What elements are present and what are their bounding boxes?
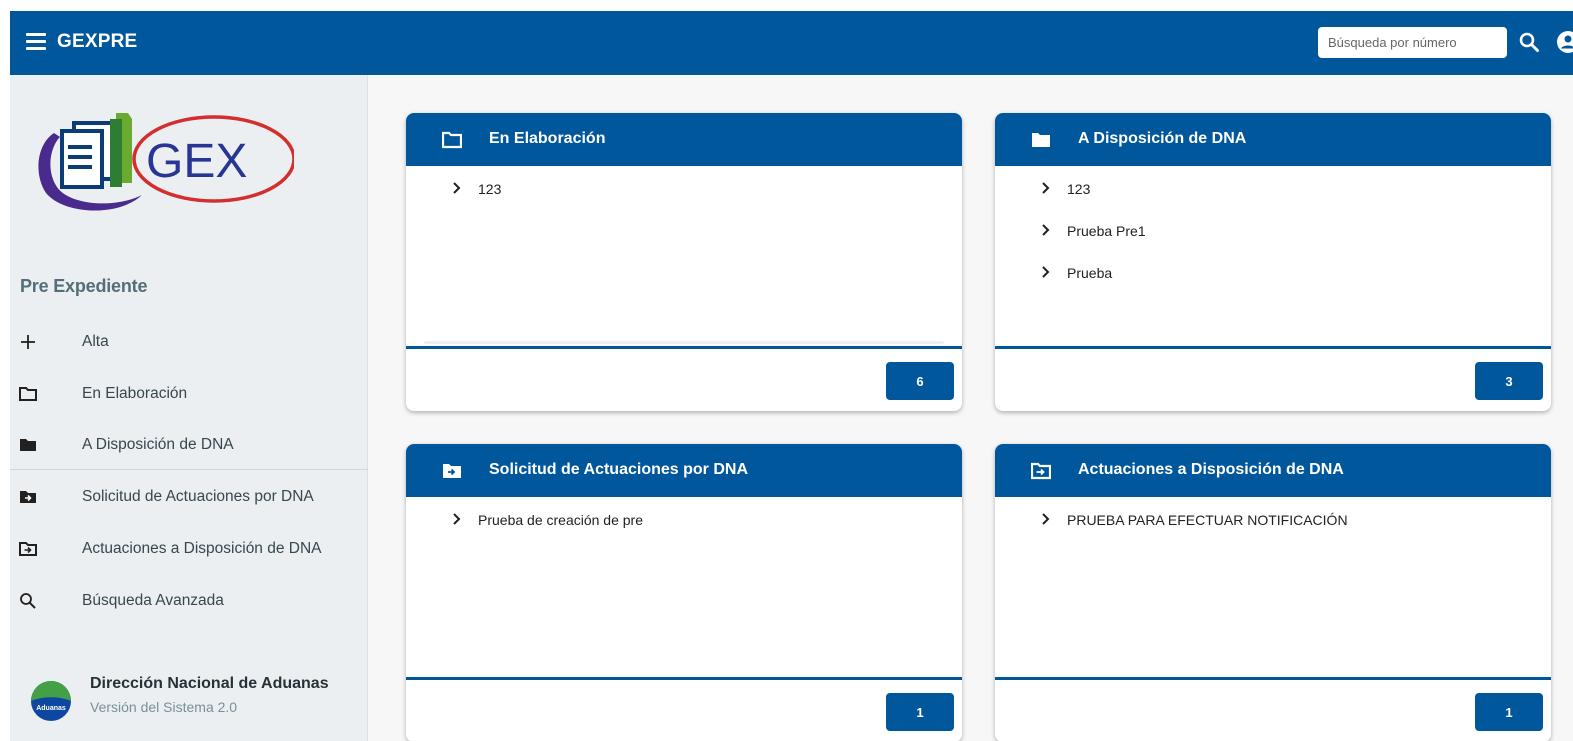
count-button[interactable]: 1 (1475, 693, 1543, 731)
card-title: Actuaciones a Disposición de DNA (1078, 461, 1344, 478)
chevron-right-icon (453, 513, 461, 525)
sidebar-item-label: Solicitud de Actuaciones por DNA (82, 488, 314, 505)
card-actuaciones-disposicion: Actuaciones a Disposición de DNA PRUEBA … (995, 444, 1551, 741)
card-en-elaboracion: En Elaboración 123 6 (406, 113, 962, 411)
card-a-disposicion: A Disposición de DNA 123 Prueba Pre1 Pru… (995, 113, 1551, 411)
list-item-label: Prueba Pre1 (1067, 223, 1146, 239)
list-item[interactable]: Prueba de creación de pre (406, 497, 962, 539)
top-app-bar: GEXPRE (10, 11, 1573, 75)
gex-logo: GEX (38, 113, 294, 211)
folder-arrow-filled-icon (443, 464, 461, 478)
aduanas-logo: Aduanas (31, 681, 71, 721)
list-item-label: 123 (478, 181, 502, 197)
card-title: A Disposición de DNA (1078, 130, 1247, 147)
sidebar: GEX Pre Expediente Alta En Elaboración A… (10, 75, 368, 741)
card-header: En Elaboración (406, 113, 962, 166)
list-item-label: Prueba de creación de pre (478, 512, 643, 528)
logo-text: GEX (146, 135, 247, 188)
app-root: GEXPRE GEX Pre Expediente (10, 11, 1573, 741)
card-header: Actuaciones a Disposición de DNA (995, 444, 1551, 497)
card-list: 123 Prueba Pre1 Prueba (995, 166, 1551, 292)
card-solicitud-actuaciones: Solicitud de Actuaciones por DNA Prueba … (406, 444, 962, 741)
plus-icon (21, 335, 35, 349)
folder-outline-icon (19, 387, 37, 401)
search-input[interactable] (1318, 27, 1507, 58)
system-version: Versión del Sistema 2.0 (90, 699, 238, 715)
list-item[interactable]: 123 (995, 166, 1551, 208)
card-title: Solicitud de Actuaciones por DNA (489, 461, 748, 478)
list-item[interactable]: 123 (406, 166, 962, 208)
sidebar-item-label: Alta (82, 333, 109, 350)
list-item-label: 123 (1067, 181, 1091, 197)
sidebar-item-actuaciones-disposicion[interactable]: Actuaciones a Disposición de DNA (10, 525, 368, 573)
folder-arrow-filled-icon (20, 491, 36, 503)
horizontal-scrollbar[interactable] (424, 341, 944, 344)
card-divider (406, 677, 962, 680)
app-title: GEXPRE (57, 31, 138, 52)
account-circle-icon[interactable] (1556, 30, 1573, 54)
org-logo-text: Aduanas (36, 705, 66, 712)
organization-info: Aduanas Dirección Nacional de Aduanas Ve… (30, 675, 350, 735)
card-title: En Elaboración (489, 130, 606, 147)
count-button[interactable]: 6 (886, 362, 954, 400)
folder-arrow-outline-icon (19, 542, 37, 556)
list-item[interactable]: PRUEBA PARA EFECTUAR NOTIFICACIÓN (995, 497, 1551, 539)
org-name: Dirección Nacional de Aduanas (90, 675, 329, 692)
sidebar-item-label: A Disposición de DNA (82, 436, 234, 453)
folder-outline-icon (442, 131, 462, 149)
list-item[interactable]: Prueba (995, 250, 1551, 292)
list-item-label: PRUEBA PARA EFECTUAR NOTIFICACIÓN (1067, 512, 1348, 528)
card-list: 123 (406, 166, 962, 208)
menu-icon[interactable] (26, 33, 46, 51)
sidebar-item-busqueda-avanzada[interactable]: Búsqueda Avanzada (10, 577, 368, 625)
count-button[interactable]: 1 (886, 693, 954, 731)
nav-divider (10, 469, 368, 470)
folder-arrow-outline-icon (1031, 462, 1051, 480)
count-button[interactable]: 3 (1475, 362, 1543, 400)
chevron-right-icon (453, 182, 461, 194)
card-header: Solicitud de Actuaciones por DNA (406, 444, 962, 497)
sidebar-item-solicitud-actuaciones[interactable]: Solicitud de Actuaciones por DNA (10, 473, 368, 521)
card-list: PRUEBA PARA EFECTUAR NOTIFICACIÓN (995, 497, 1551, 539)
sidebar-item-label: En Elaboración (82, 385, 188, 402)
chevron-right-icon (1042, 224, 1050, 236)
sidebar-item-a-disposicion[interactable]: A Disposición de DNA (10, 421, 368, 469)
chevron-right-icon (1042, 182, 1050, 194)
folder-filled-icon (20, 439, 36, 451)
card-header: A Disposición de DNA (995, 113, 1551, 166)
card-divider (995, 677, 1551, 680)
search-icon[interactable] (1517, 30, 1541, 54)
sidebar-item-label: Búsqueda Avanzada (82, 592, 224, 609)
card-divider (406, 346, 962, 349)
folder-filled-icon (1032, 133, 1050, 147)
chevron-right-icon (1042, 513, 1050, 525)
section-title: Pre Expediente (20, 276, 148, 296)
card-list: Prueba de creación de pre (406, 497, 962, 539)
search-icon (20, 593, 36, 609)
chevron-right-icon (1042, 266, 1050, 278)
list-item[interactable]: Prueba Pre1 (995, 208, 1551, 250)
list-item-label: Prueba (1067, 265, 1113, 281)
card-divider (995, 346, 1551, 349)
sidebar-item-label: Actuaciones a Disposición de DNA (82, 540, 322, 557)
sidebar-item-alta[interactable]: Alta (10, 318, 368, 366)
sidebar-item-en-elaboracion[interactable]: En Elaboración (10, 370, 368, 418)
